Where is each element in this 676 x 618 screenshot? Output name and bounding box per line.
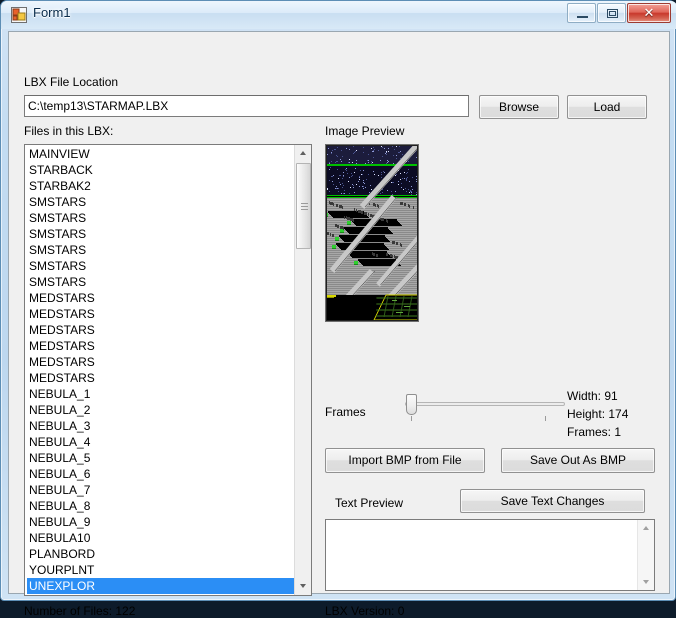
text-preview-label: Text Preview [335,496,404,510]
list-item[interactable]: MEDSTARS [27,290,297,306]
list-item[interactable]: MAINVIEW [27,146,297,162]
scroll-down-arrow-icon[interactable] [295,578,311,595]
text-scroll-up-arrow-icon[interactable] [643,526,649,530]
list-item[interactable]: MEDSTARS [27,306,297,322]
close-icon: ✕ [643,5,655,20]
maximize-icon-inner [609,11,616,16]
browse-button[interactable]: Browse [479,95,559,119]
list-item[interactable]: NEBULA_6 [27,466,297,482]
minimize-button[interactable] [567,3,596,23]
text-scroll-down-arrow-icon[interactable] [643,580,649,584]
window-title: Form1 [33,5,71,20]
minimize-icon [577,16,588,18]
list-item[interactable]: SMSTARS [27,242,297,258]
list-item[interactable]: SMSTARS [27,258,297,274]
lbx-file-list-items: MAINVIEW STARBACK STARBAK2 SMSTARS SMSTARS SM… [25,145,297,595]
image-width-value: Width: 91 [567,389,618,403]
listbox-scrollbar[interactable] [294,145,311,595]
trackbar-track[interactable] [405,402,565,406]
save-text-changes-button[interactable]: Save Text Changes [460,489,645,513]
image-height-value: Height: 174 [567,407,629,421]
scrollbar-thumb[interactable] [296,163,311,249]
list-item[interactable]: SMSTARS [27,274,297,290]
image-preview-label: Image Preview [325,124,405,138]
list-item[interactable]: UNEXPLOR [27,578,297,594]
list-item[interactable]: STARBACK [27,162,297,178]
list-item[interactable]: STARBAK2 [27,178,297,194]
image-frames-value: Frames: 1 [567,425,622,439]
sprite-image [326,145,418,321]
trackbar-thumb[interactable] [406,394,417,415]
trackbar-tick-min [411,416,412,421]
list-item[interactable]: SMSTARS [27,194,297,210]
title-bar[interactable]: Form1 ✕ [1,1,676,29]
import-bmp-button[interactable]: Import BMP from File [325,448,485,473]
browse-button-label: Browse [498,100,539,114]
maximize-button[interactable] [597,3,626,23]
list-item[interactable]: NEBULA_2 [27,402,297,418]
scroll-up-arrow-icon[interactable] [295,145,311,162]
application-window: Form1 ✕ LBX File Location C:\temp13\STAR… [0,0,676,618]
list-item[interactable]: SMSTARS [27,210,297,226]
save-out-as-bmp-button[interactable]: Save Out As BMP [501,448,655,473]
form-client-area: LBX File Location C:\temp13\STARMAP.LBX … [8,31,670,618]
files-in-lbx-label: Files in this LBX: [24,124,114,138]
list-item[interactable]: NEBULA_9 [27,514,297,530]
import-bmp-button-label: Import BMP from File [348,453,462,467]
close-button[interactable]: ✕ [627,3,671,23]
lbx-file-path-input[interactable]: C:\temp13\STARMAP.LBX [24,95,469,117]
frames-trackbar[interactable] [401,390,569,421]
list-item[interactable]: PLANBORD [27,546,297,562]
list-item[interactable]: NEBULA_5 [27,450,297,466]
lbx-file-location-label: LBX File Location [24,75,119,89]
save-out-as-bmp-button-label: Save Out As BMP [529,453,627,467]
scrollbar-grip-icon [301,203,308,210]
list-item[interactable]: MEDSTARS [27,322,297,338]
text-preview-scrollbar[interactable] [637,520,654,590]
list-item[interactable]: NEBULA10 [27,530,297,546]
list-item[interactable]: EN_COLNY [27,594,297,595]
number-of-files-status: Number of Files: 122 [24,604,136,618]
save-text-changes-button-label: Save Text Changes [500,494,605,508]
lbx-file-listbox[interactable]: MAINVIEW STARBACK STARBAK2 SMSTARS SMSTARS SM… [24,144,312,596]
list-item[interactable]: SMSTARS [27,226,297,242]
list-item[interactable]: MEDSTARS [27,370,297,386]
lbx-version-status: LBX Version: 0 [325,604,405,618]
list-item[interactable]: NEBULA_7 [27,482,297,498]
list-item[interactable]: MEDSTARS [27,354,297,370]
list-item[interactable]: NEBULA_8 [27,498,297,514]
list-item[interactable]: NEBULA_4 [27,434,297,450]
list-item[interactable]: MEDSTARS [27,338,297,354]
winforms-app-icon [11,7,27,23]
load-button-label: Load [593,100,621,114]
text-preview-textarea[interactable] [325,519,655,591]
frames-label: Frames [325,405,366,419]
trackbar-tick-max [545,416,546,421]
list-item[interactable]: YOURPLNT [27,562,297,578]
list-item[interactable]: NEBULA_1 [27,386,297,402]
image-preview-picturebox[interactable] [325,144,419,322]
list-item[interactable]: NEBULA_3 [27,418,297,434]
load-button[interactable]: Load [567,95,647,119]
